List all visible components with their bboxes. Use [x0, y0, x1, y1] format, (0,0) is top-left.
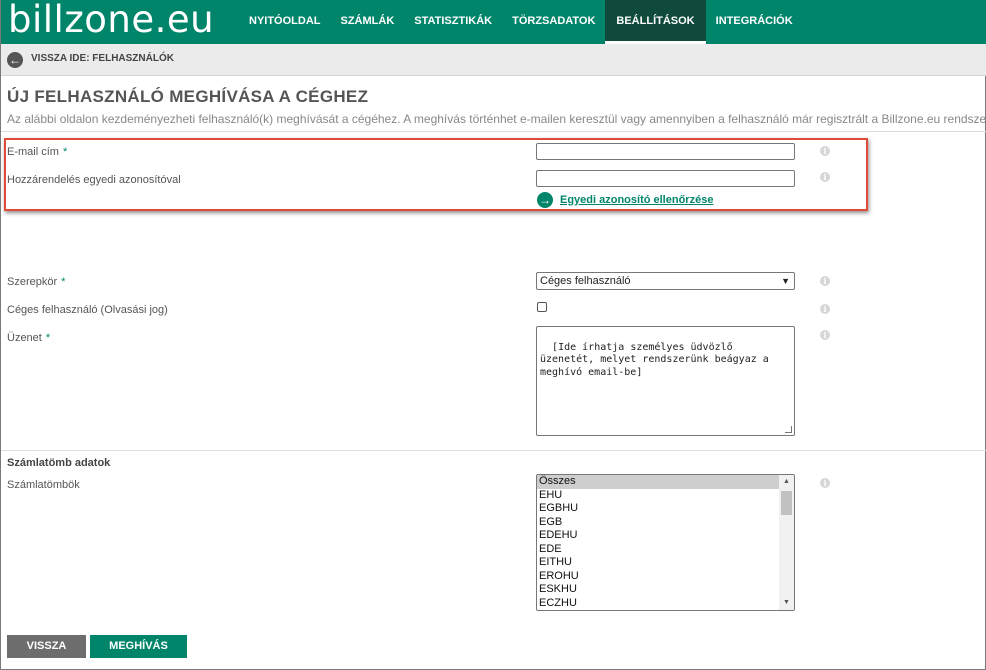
nav-item-settings[interactable]: BEÁLLÍTÁSOK — [605, 0, 706, 44]
list-option[interactable]: EDE — [537, 543, 779, 557]
nav-item-master-data[interactable]: TÖRZSADATOK — [502, 0, 605, 44]
info-icon[interactable]: i — [820, 276, 830, 286]
divider — [1, 131, 986, 132]
billzone-logo[interactable]: billzone.eu — [8, 0, 214, 42]
resize-handle[interactable] — [785, 426, 792, 433]
info-icon[interactable]: i — [820, 146, 830, 156]
role-label: Szerepkör * — [7, 276, 66, 288]
nav-item-statistics[interactable]: STATISZTIKÁK — [404, 0, 502, 44]
nav-item-integrations[interactable]: INTEGRÁCIÓK — [706, 0, 803, 44]
list-option[interactable]: Összes — [537, 475, 779, 489]
message-label: Üzenet * — [7, 332, 51, 344]
message-textarea[interactable]: [Ide írhatja személyes üdvözlő üzenetét,… — [536, 326, 795, 436]
invite-button[interactable]: MEGHÍVÁS — [90, 635, 187, 658]
nav-item-invoices[interactable]: SZÁMLÁK — [331, 0, 405, 44]
invoice-blocks-options: Összes EHU EGBHU EGB EDEHU EDE EITHU ERO… — [537, 475, 779, 610]
info-icon[interactable]: i — [820, 172, 830, 182]
invoice-blocks-listbox[interactable]: Összes EHU EGBHU EGB EDEHU EDE EITHU ERO… — [536, 474, 795, 611]
list-option[interactable]: ESKHU — [537, 583, 779, 597]
back-button[interactable]: VISSZA — [7, 635, 86, 658]
listbox-scrollbar[interactable]: ▲ ▼ — [779, 475, 794, 610]
list-option[interactable]: EROHU — [537, 570, 779, 584]
nav-item-home[interactable]: NYITÓOLDAL — [239, 0, 331, 44]
check-identifier-link[interactable]: → Egyedi azonosító ellenőrzése — [537, 192, 713, 208]
list-option[interactable]: EGBHU — [537, 502, 779, 516]
arrow-right-icon: → — [537, 192, 553, 208]
email-input[interactable] — [536, 143, 795, 160]
info-icon[interactable]: i — [820, 330, 830, 340]
list-option[interactable]: EGB — [537, 516, 779, 530]
arrow-left-icon[interactable]: ← — [7, 52, 23, 68]
list-option[interactable]: ECZHU — [537, 597, 779, 611]
email-label: E-mail cím * — [7, 146, 68, 158]
chevron-down-icon: ▼ — [781, 276, 790, 286]
invoice-section-title: Számlatömb adatok — [7, 457, 111, 469]
scroll-down-icon[interactable]: ▼ — [779, 596, 794, 610]
check-identifier-label[interactable]: Egyedi azonosító ellenőrzése — [560, 194, 713, 206]
required-marker: * — [61, 276, 66, 288]
readonly-user-label: Céges felhasználó (Olvasási jog) — [7, 304, 168, 316]
back-bar: ← VISSZA IDE: FELHASZNÁLÓK — [1, 44, 986, 76]
back-link[interactable]: VISSZA IDE: FELHASZNÁLÓK — [31, 53, 174, 64]
role-select[interactable]: Céges felhasználó ▼ — [536, 272, 795, 290]
divider — [1, 450, 986, 451]
info-icon[interactable]: i — [820, 304, 830, 314]
page-description: Az alábbi oldalon kezdeményezheti felhas… — [7, 112, 986, 126]
role-selected-value: Céges felhasználó — [540, 275, 631, 287]
info-icon[interactable]: i — [820, 478, 830, 488]
invoice-blocks-label: Számlatömbök — [7, 479, 80, 491]
list-option[interactable]: EHU — [537, 489, 779, 503]
identifier-input[interactable] — [536, 170, 795, 187]
main-nav: NYITÓOLDAL SZÁMLÁK STATISZTIKÁK TÖRZSADA… — [239, 0, 803, 44]
scroll-thumb[interactable] — [781, 491, 792, 515]
page-title: ÚJ FELHASZNÁLÓ MEGHÍVÁSA A CÉGHEZ — [7, 87, 369, 106]
list-option[interactable]: EITHU — [537, 556, 779, 570]
identifier-label: Hozzárendelés egyedi azonosítóval — [7, 174, 181, 186]
readonly-user-checkbox[interactable] — [537, 302, 547, 312]
required-marker: * — [45, 332, 51, 344]
scroll-up-icon[interactable]: ▲ — [779, 475, 794, 489]
required-marker: * — [62, 146, 68, 158]
top-navbar: billzone.eu NYITÓOLDAL SZÁMLÁK STATISZTI… — [1, 0, 986, 44]
list-option[interactable]: EDEHU — [537, 529, 779, 543]
